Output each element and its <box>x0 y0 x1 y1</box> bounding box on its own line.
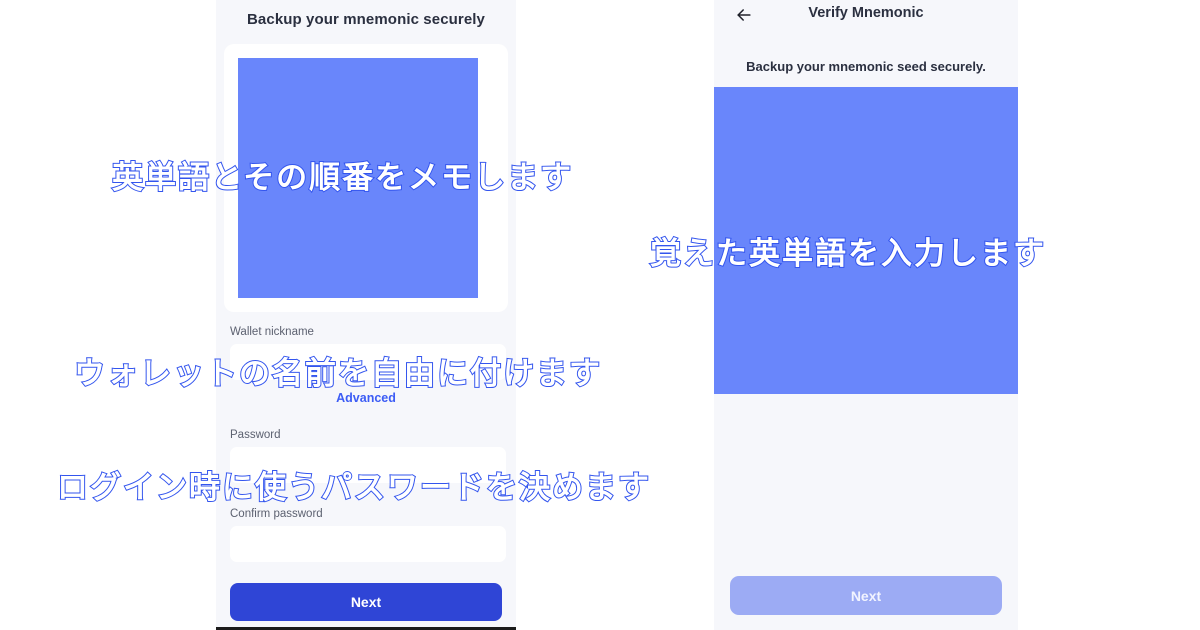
mnemonic-image-placeholder <box>238 58 478 298</box>
mnemonic-card <box>224 44 508 312</box>
arrow-left-icon[interactable] <box>730 1 758 29</box>
mnemonic-input-placeholder[interactable] <box>714 87 1018 394</box>
confirm-password-label: Confirm password <box>230 508 323 520</box>
password-input[interactable] <box>230 447 506 483</box>
right-phone-screen: Verify Mnemonic Backup your mnemonic see… <box>714 0 1018 630</box>
confirm-password-input[interactable] <box>230 526 506 562</box>
wallet-nickname-input[interactable] <box>230 344 506 380</box>
next-button[interactable]: Next <box>230 583 502 621</box>
password-label: Password <box>230 429 281 441</box>
page-subtitle: Backup your mnemonic seed securely. <box>746 59 986 74</box>
next-button[interactable]: Next <box>730 576 1002 615</box>
wallet-nickname-label: Wallet nickname <box>230 326 314 338</box>
left-phone-screen: Backup your mnemonic securely Wallet nic… <box>216 0 516 627</box>
app-bar: Verify Mnemonic <box>714 0 1018 30</box>
page-title: Backup your mnemonic securely <box>247 11 485 28</box>
advanced-link[interactable]: Advanced <box>216 391 516 405</box>
page-title: Verify Mnemonic <box>808 5 924 21</box>
